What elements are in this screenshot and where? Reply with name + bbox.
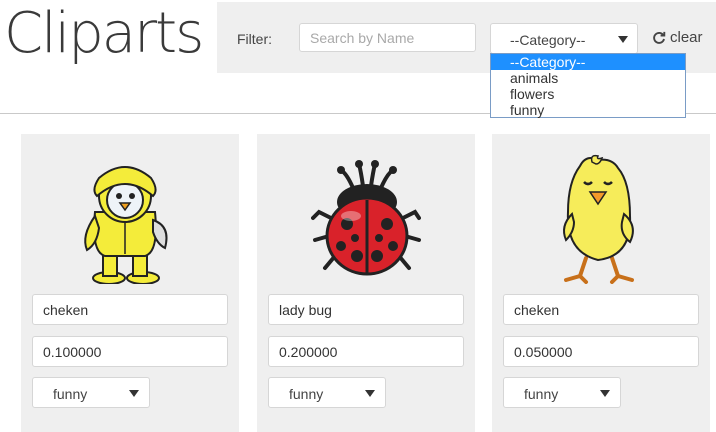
category-select-value: --Category-- [510, 32, 586, 48]
clipart-card: funny [492, 134, 710, 432]
filter-label: Filter: [237, 31, 272, 47]
ladybug-icon [311, 160, 421, 276]
chick-raincoat-icon [84, 166, 168, 284]
clipart-card: funny [257, 134, 475, 432]
clipart-price-input[interactable] [268, 336, 464, 367]
clipart-price-input[interactable] [503, 336, 699, 367]
dropdown-option[interactable]: flowers [491, 86, 685, 102]
clipart-name-input[interactable] [268, 294, 464, 325]
chick-icon [563, 154, 634, 284]
clipart-category-select[interactable]: funny [503, 377, 621, 408]
caret-down-icon [600, 390, 610, 397]
clipart-name-input[interactable] [32, 294, 228, 325]
clear-button[interactable]: clear [652, 29, 703, 46]
clipart-category-select[interactable]: funny [268, 377, 386, 408]
dropdown-option[interactable]: animals [491, 70, 685, 86]
search-input[interactable] [299, 23, 476, 52]
dropdown-option[interactable]: funny [491, 102, 685, 118]
clipart-card: funny [21, 134, 239, 432]
refresh-icon [653, 31, 666, 44]
caret-down-icon [618, 36, 628, 43]
clipart-name-input[interactable] [503, 294, 699, 325]
category-select[interactable]: --Category-- [490, 23, 638, 54]
clear-label: clear [670, 29, 703, 46]
clipart-category-value: funny [524, 386, 559, 402]
clipart-price-input[interactable] [32, 336, 228, 367]
page-title: Cliparts [4, 1, 204, 66]
clipart-category-select[interactable]: funny [32, 377, 150, 408]
category-dropdown-list: --Category-- animals flowers funny [490, 53, 686, 118]
dropdown-option[interactable]: --Category-- [491, 54, 685, 70]
caret-down-icon [365, 390, 375, 397]
caret-down-icon [129, 390, 139, 397]
clipart-category-value: funny [53, 386, 88, 402]
clipart-category-value: funny [289, 386, 324, 402]
